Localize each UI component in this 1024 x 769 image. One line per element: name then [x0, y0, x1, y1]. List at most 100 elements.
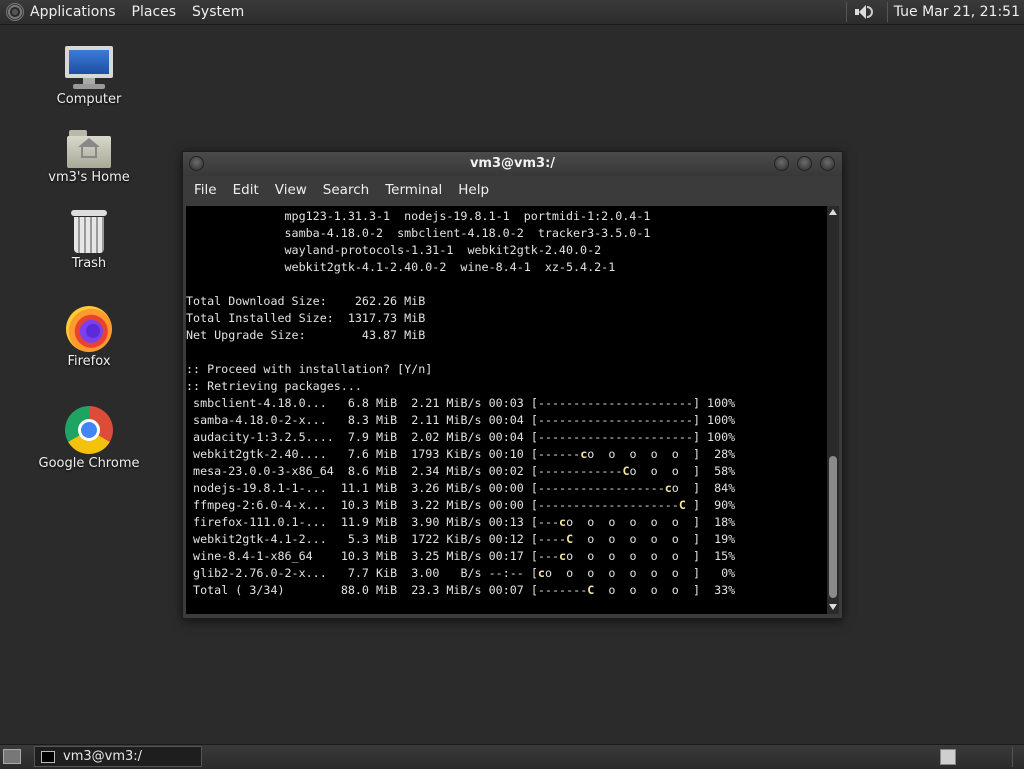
download-rate: 1793 KiB/s [411, 447, 482, 461]
pacman-glyph: C [622, 464, 630, 478]
download-rate: 2.34 MiB/s [411, 464, 482, 478]
download-name: webkit2gtk-2.40.... [193, 447, 334, 461]
terminal-text: mpg123-1.31.3-1 nodejs-19.8.1-1 portmidi… [186, 206, 827, 599]
download-bar: [----------------------] [530, 413, 700, 427]
pacman-glyph: c [664, 481, 672, 495]
menu-view[interactable]: View [275, 182, 307, 198]
terminal-menubar: File Edit View Search Terminal Help [183, 178, 842, 202]
download-bar: [---co o o o o o ] [530, 549, 700, 563]
menu-applications[interactable]: Applications [30, 4, 116, 20]
download-name: smbclient-4.18.0... [193, 396, 334, 410]
download-eta: 00:02 [488, 464, 524, 478]
close-icon[interactable] [820, 156, 835, 171]
download-pct: 28% [707, 447, 736, 461]
net-upgrade-size: Net Upgrade Size: 43.87 MiB [186, 328, 426, 342]
download-pct: 58% [707, 464, 736, 478]
download-eta: 00:04 [488, 430, 524, 444]
package-list-line: wayland-protocols-1.31-1 webkit2gtk-2.40… [186, 243, 602, 257]
download-row: smbclient-4.18.0... 6.8 MiB 2.21 MiB/s 0… [186, 396, 735, 410]
trash-icon [71, 210, 107, 254]
download-size: 10.3 MiB [333, 498, 398, 512]
desktop-icon-label: vm3's Home [48, 170, 130, 185]
menu-terminal[interactable]: Terminal [385, 182, 442, 198]
desktop-icon-firefox[interactable]: Firefox [29, 306, 149, 369]
maximize-icon[interactable] [797, 156, 812, 171]
download-name: Total ( 3/34) [193, 583, 334, 597]
download-size: 7.9 MiB [333, 430, 398, 444]
desktop-icon-home[interactable]: vm3's Home [29, 128, 149, 185]
panel-separator [1012, 747, 1013, 767]
scroll-up-icon[interactable] [829, 209, 837, 215]
desktop-icon-computer[interactable]: Computer [29, 46, 149, 107]
download-pct: 19% [707, 532, 736, 546]
menu-file[interactable]: File [194, 182, 217, 198]
download-bar: [------co o o o o ] [530, 447, 700, 461]
download-size: 7.7 KiB [333, 566, 398, 580]
download-pct: 18% [707, 515, 736, 529]
pacman-glyph: c [580, 447, 588, 461]
download-row: ffmpeg-2:6.0-4-x... 10.3 MiB 3.22 MiB/s … [186, 498, 735, 512]
terminal-scrollbar[interactable] [827, 206, 839, 614]
scroll-thumb[interactable] [829, 456, 837, 598]
download-size: 10.3 MiB [333, 549, 398, 563]
package-list-line: samba-4.18.0-2 smbclient-4.18.0-2 tracke… [186, 226, 651, 240]
desktop-icon-label: Computer [56, 92, 122, 107]
download-name: mesa-23.0.0-3-x86_64 [193, 464, 334, 478]
download-rate: 23.3 MiB/s [411, 583, 482, 597]
menu-edit[interactable]: Edit [233, 182, 259, 198]
download-row: webkit2gtk-4.1-2... 5.3 MiB 1722 KiB/s 0… [186, 532, 735, 546]
download-rate: 3.26 MiB/s [411, 481, 482, 495]
download-bar: [--------------------C ] [530, 498, 700, 512]
desktop-icon-chrome[interactable]: Google Chrome [29, 406, 149, 471]
package-list-line: webkit2gtk-4.1-2.40.0-2 wine-8.4-1 xz-5.… [186, 260, 616, 274]
panel-separator [845, 2, 847, 22]
download-name: glib2-2.76.0-2-x... [193, 566, 334, 580]
download-size: 7.6 MiB [333, 447, 398, 461]
download-size: 8.6 MiB [333, 464, 398, 478]
download-size: 88.0 MiB [333, 583, 398, 597]
taskbar-window-button[interactable]: vm3@vm3:/ [34, 746, 202, 767]
menu-places[interactable]: Places [132, 4, 177, 20]
download-pct: 84% [707, 481, 736, 495]
download-name: audacity-1:3.2.5.... [193, 430, 334, 444]
menu-system[interactable]: System [192, 4, 244, 20]
download-eta: 00:04 [488, 413, 524, 427]
download-row: nodejs-19.8.1-1-... 11.1 MiB 3.26 MiB/s … [186, 481, 735, 495]
download-size: 11.9 MiB [333, 515, 398, 529]
show-desktop-icon[interactable] [3, 749, 21, 764]
window-title: vm3@vm3:/ [469, 156, 556, 171]
download-rate: 3.90 MiB/s [411, 515, 482, 529]
download-eta: 00:12 [488, 532, 524, 546]
download-row: wine-8.4-1-x86_64 10.3 MiB 3.25 MiB/s 00… [186, 549, 735, 563]
download-name: firefox-111.0.1-... [193, 515, 334, 529]
download-bar: [----------------------] [530, 396, 700, 410]
download-name: nodejs-19.8.1-1-... [193, 481, 334, 495]
download-size: 5.3 MiB [333, 532, 398, 546]
pacman-glyph: c [537, 566, 545, 580]
terminal-window: vm3@vm3:/ File Edit View Search Terminal… [182, 151, 843, 619]
chrome-icon [65, 406, 113, 454]
menu-search[interactable]: Search [323, 182, 369, 198]
download-row: webkit2gtk-2.40.... 7.6 MiB 1793 KiB/s 0… [186, 447, 735, 461]
computer-icon [65, 46, 113, 90]
download-eta: 00:10 [488, 447, 524, 461]
taskbar-window-label: vm3@vm3:/ [63, 749, 143, 764]
terminal-output[interactable]: mpg123-1.31.3-1 nodejs-19.8.1-1 portmidi… [186, 206, 827, 614]
workspace-switcher[interactable] [940, 749, 956, 765]
clock[interactable]: Tue Mar 21, 21:51 [894, 4, 1020, 20]
download-eta: 00:07 [488, 583, 524, 597]
package-list-line: mpg123-1.31.3-1 nodejs-19.8.1-1 portmidi… [186, 209, 651, 223]
desktop-icon-trash[interactable]: Trash [29, 210, 149, 271]
download-eta: --:-- [488, 566, 524, 580]
download-pct: 100% [707, 396, 736, 410]
download-pct: 100% [707, 430, 736, 444]
main-menu-logo-icon[interactable] [6, 3, 24, 21]
scroll-down-icon[interactable] [829, 604, 837, 610]
download-size: 6.8 MiB [333, 396, 398, 410]
download-size: 8.3 MiB [333, 413, 398, 427]
minimize-icon[interactable] [774, 156, 789, 171]
download-rate: 2.11 MiB/s [411, 413, 482, 427]
window-titlebar[interactable]: vm3@vm3:/ [183, 152, 842, 176]
menu-help[interactable]: Help [458, 182, 489, 198]
volume-icon[interactable] [853, 2, 875, 22]
